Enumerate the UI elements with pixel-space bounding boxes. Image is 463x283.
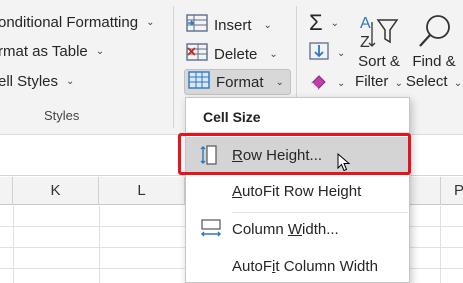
- chevron-down-icon: ⌄: [269, 48, 278, 60]
- svg-text:A: A: [360, 15, 371, 32]
- chevron-down-icon: ⌄: [263, 19, 272, 31]
- column-width-icon: [200, 219, 222, 243]
- cell-styles-label: ell Styles: [0, 73, 59, 90]
- column-header-partial[interactable]: [0, 177, 13, 205]
- column-header-k[interactable]: K: [13, 177, 99, 205]
- conditional-formatting-button[interactable]: onditional Formatting ⌄: [0, 14, 154, 31]
- menu-section-title: Cell Size: [203, 109, 261, 125]
- autofit-row-height-label: AutoFit Row Height: [232, 182, 362, 200]
- column-header-l[interactable]: L: [99, 177, 185, 205]
- sort-filter-label-1: Sort &: [358, 53, 400, 70]
- format-cells-icon: [188, 71, 210, 93]
- styles-group-label: Styles: [44, 108, 80, 123]
- chevron-down-icon: ⌄: [146, 17, 155, 28]
- chevron-down-icon: ⌄: [330, 17, 339, 29]
- chevron-down-icon: ⌄: [95, 46, 105, 57]
- sort-filter-icon: A Z: [355, 12, 403, 52]
- format-as-table-label: rmat as Table: [0, 43, 88, 60]
- chevron-down-icon: ⌄: [66, 76, 75, 87]
- group-separator: [173, 6, 174, 128]
- insert-button[interactable]: Insert ⌄: [186, 14, 272, 36]
- sigma-icon: Σ: [309, 10, 323, 35]
- format-dropdown-menu: Cell Size Row Height... AutoFit Row Heig…: [185, 97, 410, 283]
- grid-line: [13, 206, 14, 283]
- sort-filter-label-2: Filter ⌄: [355, 73, 403, 90]
- magnifier-icon: [405, 12, 463, 52]
- svg-text:Z: Z: [360, 34, 370, 51]
- format-as-table-button[interactable]: rmat as Table ⌄: [0, 43, 104, 60]
- autofit-column-width-label: AutoFit Column Width: [232, 257, 378, 275]
- cell-styles-button[interactable]: ell Styles ⌄: [0, 73, 74, 90]
- delete-button[interactable]: Delete ⌄: [186, 43, 278, 65]
- clear-button[interactable]: ⌄: [309, 72, 345, 94]
- sort-filter-button[interactable]: A Z Sort & Filter ⌄: [355, 12, 403, 94]
- conditional-formatting-label: onditional Formatting: [0, 14, 139, 31]
- eraser-icon: [309, 72, 329, 94]
- format-label: Format: [216, 73, 264, 91]
- column-header-p[interactable]: P: [440, 177, 463, 205]
- grid-line: [99, 206, 100, 283]
- find-select-label-2: Select ⌄: [405, 73, 463, 90]
- column-width-label: Column Width...: [232, 220, 339, 238]
- fill-button[interactable]: ⌄: [309, 42, 345, 64]
- chevron-down-icon: ⌄: [337, 47, 346, 59]
- find-select-label-1: Find &: [412, 53, 456, 70]
- chevron-down-icon: ⌄: [337, 77, 346, 89]
- delete-label: Delete: [214, 45, 258, 63]
- delete-cells-icon: [186, 43, 208, 65]
- highlight-callout-box: [178, 133, 411, 175]
- autofit-row-height-menu-item[interactable]: AutoFit Row Height: [186, 173, 409, 209]
- autofit-column-width-menu-item[interactable]: AutoFit Column Width: [186, 248, 409, 283]
- grid-line: [440, 206, 441, 283]
- fill-down-icon: [309, 42, 329, 64]
- insert-label: Insert: [214, 16, 252, 34]
- autosum-button[interactable]: Σ ⌄: [309, 10, 339, 36]
- column-width-menu-item[interactable]: Column Width...: [186, 211, 409, 247]
- format-button[interactable]: Format ⌄: [184, 69, 291, 95]
- find-select-button[interactable]: Find & Select ⌄: [405, 12, 463, 94]
- insert-cells-icon: [186, 14, 208, 36]
- chevron-down-icon: ⌄: [275, 76, 284, 88]
